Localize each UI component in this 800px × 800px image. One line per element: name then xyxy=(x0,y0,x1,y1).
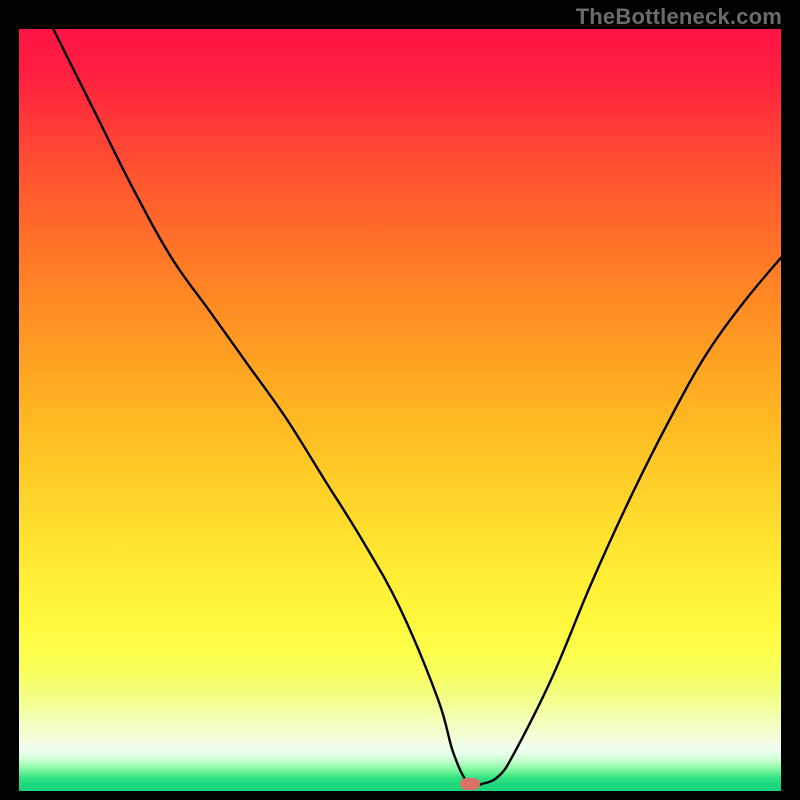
plot-area xyxy=(19,29,781,791)
chart-frame: TheBottleneck.com xyxy=(0,0,800,800)
watermark-text: TheBottleneck.com xyxy=(576,4,782,30)
bottleneck-curve xyxy=(19,29,781,791)
optimal-point-marker xyxy=(460,778,480,790)
